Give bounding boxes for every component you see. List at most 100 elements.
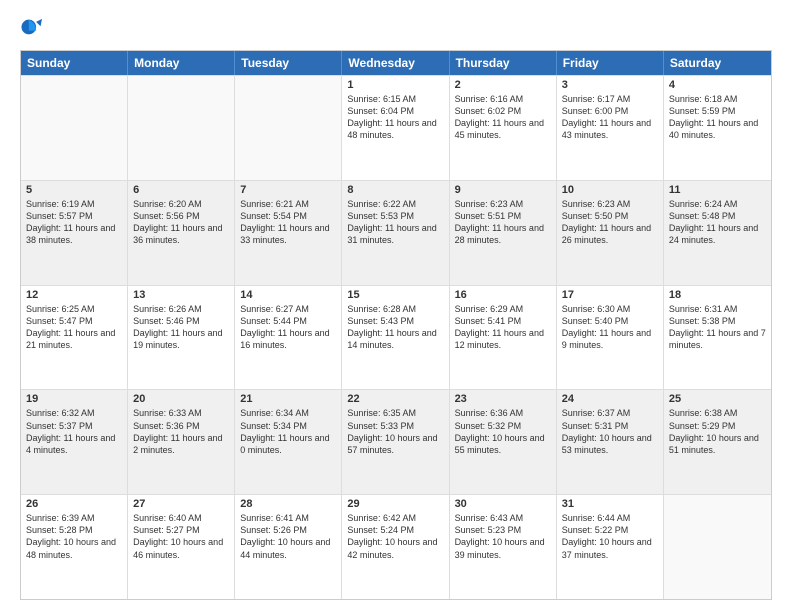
day-number: 7 xyxy=(240,184,336,196)
cal-cell: 16 Sunrise: 6:29 AM Sunset: 5:41 PM Dayli… xyxy=(450,286,557,390)
calendar-body: 1Sunrise: 6:15 AM Sunset: 6:04 PM Daylig… xyxy=(21,75,771,599)
cell-info: Sunrise: 6:23 AM Sunset: 5:50 PM Dayligh… xyxy=(562,198,658,247)
cell-info: Sunrise: 6:19 AM Sunset: 5:57 PM Dayligh… xyxy=(26,198,122,247)
day-number: 18 xyxy=(669,289,766,301)
cell-info: Sunrise: 6:30 AM Sunset: 5:40 PM Dayligh… xyxy=(562,303,658,352)
cal-cell: 10 Sunrise: 6:23 AM Sunset: 5:50 PM Dayli… xyxy=(557,181,664,285)
cell-info: Sunrise: 6:23 AM Sunset: 5:51 PM Dayligh… xyxy=(455,198,551,247)
cal-cell: 12 Sunrise: 6:25 AM Sunset: 5:47 PM Dayli… xyxy=(21,286,128,390)
cell-info: Sunrise: 6:20 AM Sunset: 5:56 PM Dayligh… xyxy=(133,198,229,247)
day-number: 27 xyxy=(133,498,229,510)
cell-info: Sunrise: 6:34 AM Sunset: 5:34 PM Dayligh… xyxy=(240,407,336,456)
cal-cell: 1Sunrise: 6:15 AM Sunset: 6:04 PM Daylig… xyxy=(342,76,449,180)
calendar-row-4: 19 Sunrise: 6:32 AM Sunset: 5:37 PM Dayli… xyxy=(21,389,771,494)
page: SundayMondayTuesdayWednesdayThursdayFrid… xyxy=(0,0,792,612)
day-number: 28 xyxy=(240,498,336,510)
cal-cell: 23 Sunrise: 6:36 AM Sunset: 5:32 PM Dayli… xyxy=(450,390,557,494)
day-number: 15 xyxy=(347,289,443,301)
day-number: 3 xyxy=(562,79,658,91)
calendar-row-5: 26Sunrise: 6:39 AM Sunset: 5:28 PM Dayli… xyxy=(21,494,771,599)
cell-info: Sunrise: 6:36 AM Sunset: 5:32 PM Dayligh… xyxy=(455,407,551,456)
cal-cell: 14 Sunrise: 6:27 AM Sunset: 5:44 PM Dayli… xyxy=(235,286,342,390)
cal-cell: 31Sunrise: 6:44 AM Sunset: 5:22 PM Dayli… xyxy=(557,495,664,599)
day-number: 21 xyxy=(240,393,336,405)
cal-cell: 9 Sunrise: 6:23 AM Sunset: 5:51 PM Daylig… xyxy=(450,181,557,285)
cell-info: Sunrise: 6:37 AM Sunset: 5:31 PM Dayligh… xyxy=(562,407,658,456)
day-number: 19 xyxy=(26,393,122,405)
cal-cell: 30 Sunrise: 6:43 AM Sunset: 5:23 PM Dayli… xyxy=(450,495,557,599)
header-day-tuesday: Tuesday xyxy=(235,51,342,75)
cell-info: Sunrise: 6:18 AM Sunset: 5:59 PM Dayligh… xyxy=(669,93,766,142)
day-number: 20 xyxy=(133,393,229,405)
day-number: 30 xyxy=(455,498,551,510)
day-number: 14 xyxy=(240,289,336,301)
header-day-wednesday: Wednesday xyxy=(342,51,449,75)
cal-cell: 2 Sunrise: 6:16 AM Sunset: 6:02 PM Daylig… xyxy=(450,76,557,180)
day-number: 9 xyxy=(455,184,551,196)
cal-cell: 11 Sunrise: 6:24 AM Sunset: 5:48 PM Dayli… xyxy=(664,181,771,285)
cell-info: Sunrise: 6:42 AM Sunset: 5:24 PM Dayligh… xyxy=(347,512,443,561)
header-day-thursday: Thursday xyxy=(450,51,557,75)
cell-info: Sunrise: 6:28 AM Sunset: 5:43 PM Dayligh… xyxy=(347,303,443,352)
cal-cell: 4 Sunrise: 6:18 AM Sunset: 5:59 PM Daylig… xyxy=(664,76,771,180)
cal-cell xyxy=(664,495,771,599)
cell-info: Sunrise: 6:29 AM Sunset: 5:41 PM Dayligh… xyxy=(455,303,551,352)
cell-info: Sunrise: 6:25 AM Sunset: 5:47 PM Dayligh… xyxy=(26,303,122,352)
cell-info: Sunrise: 6:43 AM Sunset: 5:23 PM Dayligh… xyxy=(455,512,551,561)
cal-cell: 5 Sunrise: 6:19 AM Sunset: 5:57 PM Daylig… xyxy=(21,181,128,285)
logo xyxy=(20,16,44,40)
cal-cell: 15 Sunrise: 6:28 AM Sunset: 5:43 PM Dayli… xyxy=(342,286,449,390)
header-day-saturday: Saturday xyxy=(664,51,771,75)
day-number: 12 xyxy=(26,289,122,301)
cal-cell: 6 Sunrise: 6:20 AM Sunset: 5:56 PM Daylig… xyxy=(128,181,235,285)
cal-cell xyxy=(235,76,342,180)
cal-cell xyxy=(128,76,235,180)
cell-info: Sunrise: 6:26 AM Sunset: 5:46 PM Dayligh… xyxy=(133,303,229,352)
day-number: 16 xyxy=(455,289,551,301)
day-number: 2 xyxy=(455,79,551,91)
cell-info: Sunrise: 6:24 AM Sunset: 5:48 PM Dayligh… xyxy=(669,198,766,247)
cell-info: Sunrise: 6:27 AM Sunset: 5:44 PM Dayligh… xyxy=(240,303,336,352)
day-number: 5 xyxy=(26,184,122,196)
day-number: 29 xyxy=(347,498,443,510)
day-number: 1 xyxy=(347,79,443,91)
day-number: 17 xyxy=(562,289,658,301)
day-number: 23 xyxy=(455,393,551,405)
cell-info: Sunrise: 6:31 AM Sunset: 5:38 PM Dayligh… xyxy=(669,303,766,352)
calendar-header: SundayMondayTuesdayWednesdayThursdayFrid… xyxy=(21,51,771,75)
day-number: 24 xyxy=(562,393,658,405)
cell-info: Sunrise: 6:33 AM Sunset: 5:36 PM Dayligh… xyxy=(133,407,229,456)
cell-info: Sunrise: 6:21 AM Sunset: 5:54 PM Dayligh… xyxy=(240,198,336,247)
cell-info: Sunrise: 6:16 AM Sunset: 6:02 PM Dayligh… xyxy=(455,93,551,142)
calendar-row-1: 1Sunrise: 6:15 AM Sunset: 6:04 PM Daylig… xyxy=(21,75,771,180)
cell-info: Sunrise: 6:17 AM Sunset: 6:00 PM Dayligh… xyxy=(562,93,658,142)
header xyxy=(20,16,772,40)
cal-cell: 18 Sunrise: 6:31 AM Sunset: 5:38 PM Dayli… xyxy=(664,286,771,390)
cal-cell: 20 Sunrise: 6:33 AM Sunset: 5:36 PM Dayli… xyxy=(128,390,235,494)
cal-cell: 7 Sunrise: 6:21 AM Sunset: 5:54 PM Daylig… xyxy=(235,181,342,285)
cal-cell: 19 Sunrise: 6:32 AM Sunset: 5:37 PM Dayli… xyxy=(21,390,128,494)
header-day-monday: Monday xyxy=(128,51,235,75)
cal-cell: 24 Sunrise: 6:37 AM Sunset: 5:31 PM Dayli… xyxy=(557,390,664,494)
cell-info: Sunrise: 6:38 AM Sunset: 5:29 PM Dayligh… xyxy=(669,407,766,456)
cell-info: Sunrise: 6:22 AM Sunset: 5:53 PM Dayligh… xyxy=(347,198,443,247)
day-number: 13 xyxy=(133,289,229,301)
cell-info: Sunrise: 6:41 AM Sunset: 5:26 PM Dayligh… xyxy=(240,512,336,561)
header-day-sunday: Sunday xyxy=(21,51,128,75)
day-number: 10 xyxy=(562,184,658,196)
cell-info: Sunrise: 6:44 AM Sunset: 5:22 PM Dayligh… xyxy=(562,512,658,561)
cal-cell: 22Sunrise: 6:35 AM Sunset: 5:33 PM Dayli… xyxy=(342,390,449,494)
cal-cell xyxy=(21,76,128,180)
cell-info: Sunrise: 6:32 AM Sunset: 5:37 PM Dayligh… xyxy=(26,407,122,456)
day-number: 25 xyxy=(669,393,766,405)
cal-cell: 17 Sunrise: 6:30 AM Sunset: 5:40 PM Dayli… xyxy=(557,286,664,390)
cal-cell: 8Sunrise: 6:22 AM Sunset: 5:53 PM Daylig… xyxy=(342,181,449,285)
day-number: 26 xyxy=(26,498,122,510)
calendar-row-2: 5 Sunrise: 6:19 AM Sunset: 5:57 PM Daylig… xyxy=(21,180,771,285)
day-number: 6 xyxy=(133,184,229,196)
day-number: 11 xyxy=(669,184,766,196)
header-day-friday: Friday xyxy=(557,51,664,75)
cal-cell: 28 Sunrise: 6:41 AM Sunset: 5:26 PM Dayli… xyxy=(235,495,342,599)
cell-info: Sunrise: 6:40 AM Sunset: 5:27 PM Dayligh… xyxy=(133,512,229,561)
day-number: 4 xyxy=(669,79,766,91)
